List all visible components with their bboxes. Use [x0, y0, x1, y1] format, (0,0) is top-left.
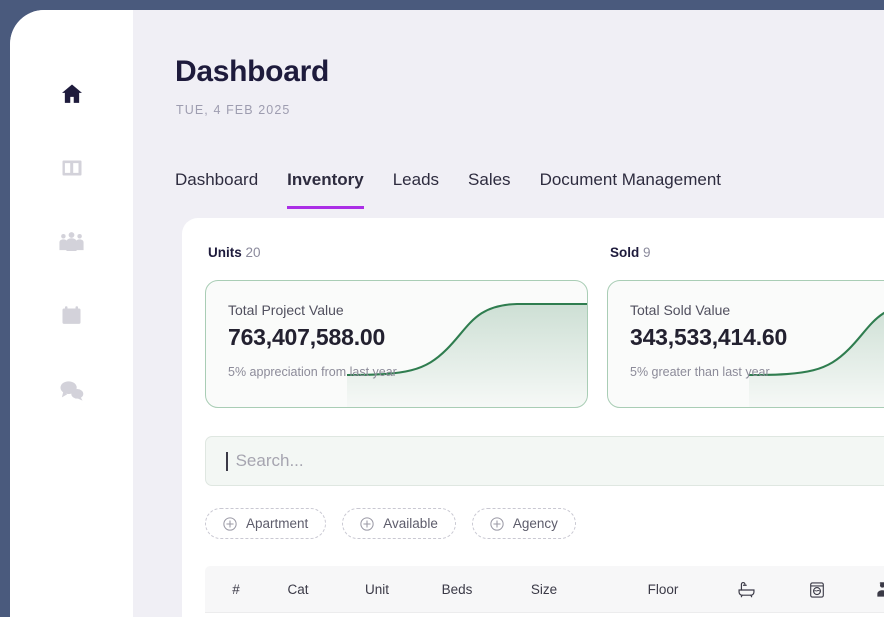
maid-service-icon	[874, 580, 884, 599]
plus-circle-icon	[490, 517, 504, 531]
washing-machine-icon	[808, 581, 826, 599]
plus-circle-icon	[223, 517, 237, 531]
chip-label: Agency	[513, 516, 558, 531]
column-header-floor[interactable]: Floor	[625, 566, 701, 613]
column-header-cat[interactable]: Cat	[263, 566, 333, 613]
device-frame: Dashboard TUE, 4 FEB 2025 Dashboard Inve…	[10, 10, 884, 617]
sold-summary: Sold 9	[610, 245, 651, 260]
filter-chip-available[interactable]: Available	[342, 508, 456, 539]
text-cursor	[226, 452, 228, 471]
column-header-beds[interactable]: Beds	[422, 566, 492, 613]
sidebar-item-calendar[interactable]	[48, 292, 96, 340]
chip-label: Apartment	[246, 516, 308, 531]
card-note: 5% appreciation from last year	[228, 365, 397, 379]
filter-chip-apartment[interactable]: Apartment	[205, 508, 326, 539]
column-header-index[interactable]: #	[211, 566, 261, 613]
sidebar-item-home[interactable]	[48, 70, 96, 118]
column-header-bathrooms[interactable]	[726, 566, 766, 613]
people-icon	[58, 230, 85, 254]
tab-sales[interactable]: Sales	[468, 170, 511, 209]
inventory-panel: Units 20 Sold 9	[182, 218, 884, 617]
search-placeholder: Search...	[236, 451, 304, 471]
tab-leads[interactable]: Leads	[393, 170, 439, 209]
home-icon	[59, 81, 85, 107]
page-title: Dashboard	[175, 55, 329, 89]
units-count: 20	[246, 245, 261, 260]
chat-icon	[58, 378, 85, 402]
column-header-maid-service[interactable]	[864, 566, 884, 613]
units-label: Units	[208, 245, 242, 260]
chip-label: Available	[383, 516, 438, 531]
units-summary: Units 20	[208, 245, 261, 260]
card-title: Total Project Value	[228, 302, 344, 318]
card-note: 5% greater than last year	[630, 365, 770, 379]
sidebar-item-layout[interactable]	[48, 144, 96, 192]
table-header-row: # Cat Unit Beds Size Floor	[205, 566, 884, 613]
main-content: Dashboard TUE, 4 FEB 2025 Dashboard Inve…	[133, 10, 884, 617]
bathtub-icon	[737, 580, 756, 599]
sidebar	[10, 10, 133, 617]
search-input[interactable]: Search...	[205, 436, 884, 486]
tab-document-management[interactable]: Document Management	[540, 170, 721, 209]
card-title: Total Sold Value	[630, 302, 730, 318]
page-date: TUE, 4 FEB 2025	[176, 103, 290, 117]
column-header-unit[interactable]: Unit	[342, 566, 412, 613]
layout-icon	[60, 156, 84, 180]
total-sold-value-card[interactable]: Total Sold Value 343,533,414.60 5% great…	[607, 280, 884, 408]
calendar-icon	[60, 304, 83, 328]
column-header-laundry[interactable]	[797, 566, 837, 613]
tab-dashboard[interactable]: Dashboard	[175, 170, 258, 209]
tab-inventory[interactable]: Inventory	[287, 170, 364, 209]
filter-chip-group: Apartment Available Agency	[205, 508, 576, 539]
screenshot-root: Dashboard TUE, 4 FEB 2025 Dashboard Inve…	[0, 0, 884, 617]
filter-chip-agency[interactable]: Agency	[472, 508, 576, 539]
table-body	[205, 613, 884, 617]
sidebar-item-people[interactable]	[48, 218, 96, 266]
card-value: 763,407,588.00	[228, 324, 385, 351]
card-value: 343,533,414.60	[630, 324, 787, 351]
column-header-size[interactable]: Size	[506, 566, 582, 613]
tab-bar: Dashboard Inventory Leads Sales Document…	[175, 170, 721, 209]
sidebar-item-messages[interactable]	[48, 366, 96, 414]
plus-circle-icon	[360, 517, 374, 531]
sold-label: Sold	[610, 245, 639, 260]
sold-count: 9	[643, 245, 651, 260]
total-project-value-card[interactable]: Total Project Value 763,407,588.00 5% ap…	[205, 280, 588, 408]
